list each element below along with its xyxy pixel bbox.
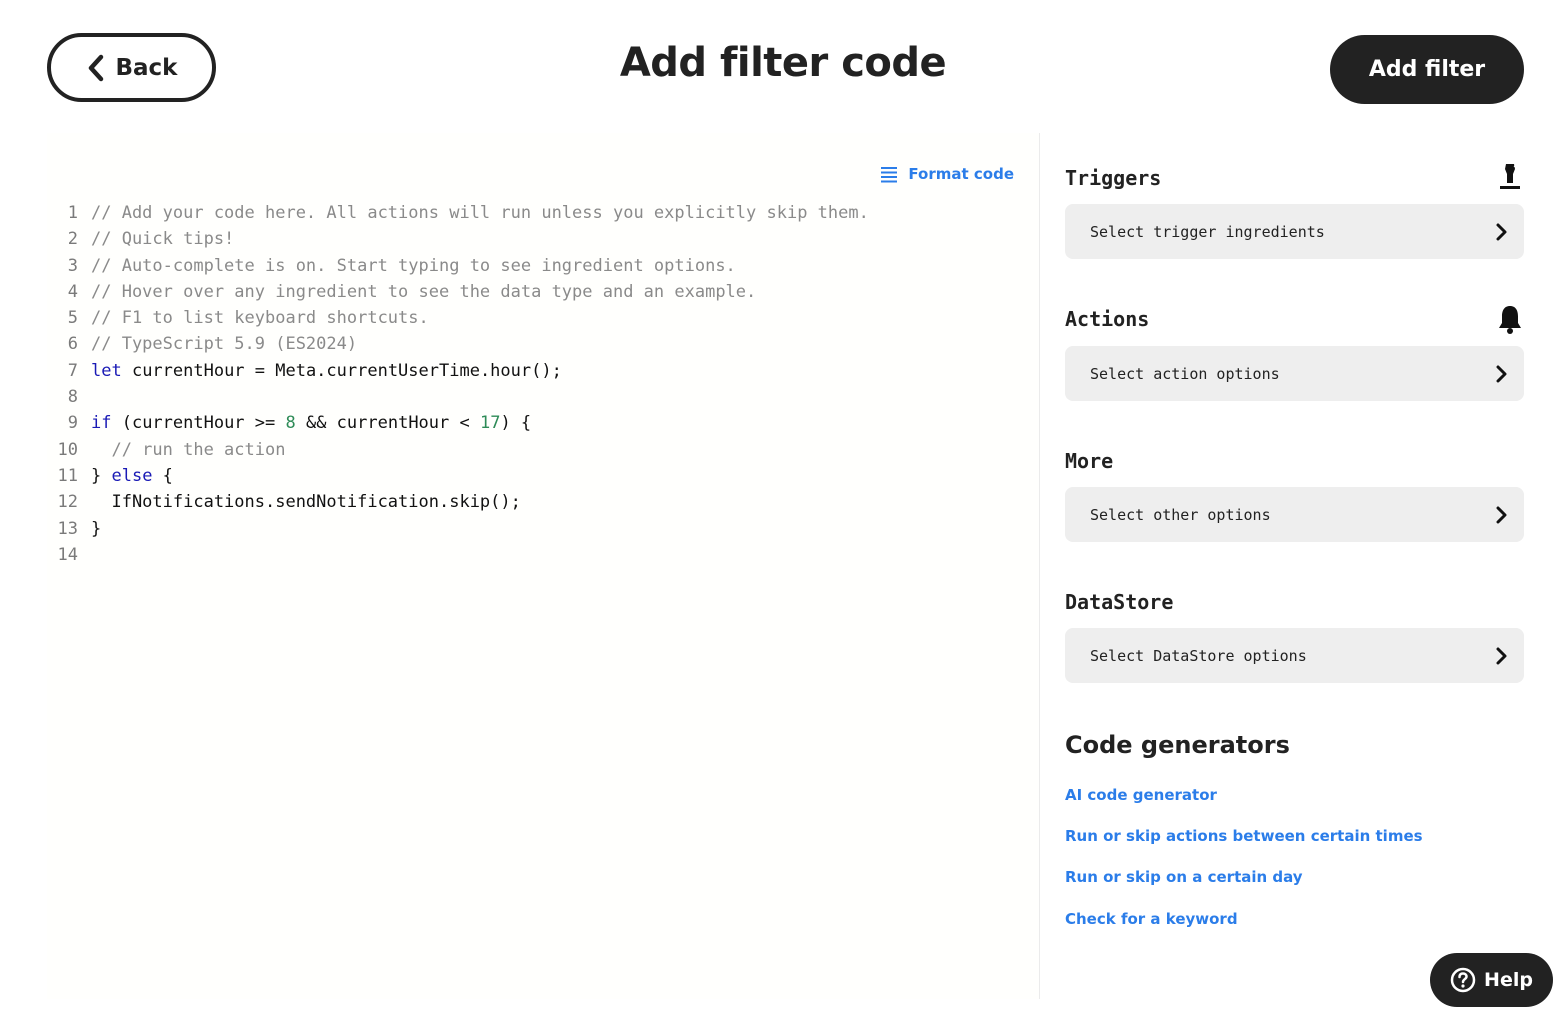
- line-number: 5: [67, 308, 78, 329]
- code-token: // F1 to list keyboard shortcuts.: [91, 308, 429, 329]
- code-token: {: [152, 465, 173, 486]
- code-line[interactable]: 13}: [47, 516, 869, 542]
- code-token: // TypeScript 5.9 (ES2024): [91, 334, 358, 355]
- section-title-triggers: Triggers: [1065, 166, 1162, 190]
- code-token: // Add your code here. All actions will …: [91, 203, 869, 223]
- code-token: }: [91, 465, 112, 486]
- generator-link-ai[interactable]: AI code generator: [1065, 786, 1217, 804]
- code-token: (currentHour >=: [111, 413, 286, 434]
- format-code-button[interactable]: Format code: [880, 165, 1014, 183]
- code-text: // F1 to list keyboard shortcuts.: [78, 305, 429, 331]
- section-title-more: More: [1065, 449, 1114, 473]
- code-token: }: [91, 518, 102, 539]
- line-number: 7: [67, 360, 78, 381]
- format-lines-icon: [881, 167, 898, 183]
- format-code-label: Format code: [908, 165, 1014, 183]
- code-editor[interactable]: Format code 1 // Add your code here. All …: [47, 133, 1040, 999]
- chevron-right-icon: [1496, 506, 1507, 523]
- code-token: 17: [479, 413, 501, 434]
- generator-link-day[interactable]: Run or skip on a certain day: [1065, 868, 1303, 886]
- code-line[interactable]: 3 // Auto-complete is on. Start typing to…: [47, 253, 869, 279]
- select-trigger-label: Select trigger ingredients: [1090, 222, 1325, 241]
- section-title-actions: Actions: [1065, 307, 1150, 331]
- line-number: 9: [67, 413, 78, 434]
- line-number: 4: [67, 281, 78, 302]
- generator-link-times[interactable]: Run or skip actions between certain time…: [1065, 827, 1423, 845]
- code-token: // Hover over any ingredient to see the …: [91, 281, 757, 302]
- code-token: IfNotifications.sendNotification.skip();: [91, 492, 521, 513]
- code-line[interactable]: 9 if (currentHour >= 8 && currentHour < 1…: [47, 410, 869, 436]
- code-token: // Quick tips!: [91, 229, 235, 250]
- select-other-options[interactable]: Select other options: [1065, 487, 1524, 542]
- chevron-right-icon: [1496, 365, 1507, 382]
- line-number: 12: [57, 492, 78, 513]
- code-token: if: [91, 413, 112, 434]
- line-number: 14: [57, 544, 78, 565]
- panel-divider: [1039, 133, 1040, 999]
- chevron-right-icon: [1496, 647, 1507, 664]
- code-text: let currentHour = Meta.currentUserTime.h…: [78, 358, 562, 384]
- line-number: 2: [67, 229, 78, 250]
- code-token: ) {: [500, 413, 532, 434]
- code-token: && currentHour <: [295, 413, 480, 434]
- code-line[interactable]: 11} else {: [47, 463, 869, 489]
- code-text: // Hover over any ingredient to see the …: [78, 279, 756, 305]
- code-text: // Add your code here. All actions will …: [78, 200, 869, 226]
- code-text: } else {: [78, 463, 173, 489]
- line-number: 6: [67, 334, 78, 355]
- code-line[interactable]: 14: [47, 542, 869, 568]
- line-number: 13: [57, 518, 78, 539]
- trigger-icon: [1500, 164, 1520, 189]
- code-text: // run the action: [78, 437, 285, 463]
- generator-link-keyword[interactable]: Check for a keyword: [1065, 910, 1238, 928]
- help-label: Help: [1484, 969, 1533, 991]
- line-number: 10: [57, 439, 78, 460]
- section-title-datastore: DataStore: [1065, 590, 1174, 614]
- code-line[interactable]: 5 // F1 to list keyboard shortcuts.: [47, 305, 869, 331]
- select-other-label: Select other options: [1090, 505, 1271, 524]
- code-text: if (currentHour >= 8 && currentHour < 17…: [78, 410, 531, 436]
- select-action-label: Select action options: [1090, 364, 1280, 383]
- select-action-options[interactable]: Select action options: [1065, 346, 1524, 401]
- code-text: IfNotifications.sendNotification.skip();: [78, 489, 521, 515]
- code-generators-title: Code generators: [1065, 731, 1290, 759]
- code-text: // Quick tips!: [78, 226, 234, 252]
- line-number: 1: [67, 203, 78, 223]
- chevron-right-icon: [1496, 223, 1507, 240]
- bell-icon: [1499, 306, 1521, 334]
- select-datastore-options[interactable]: Select DataStore options: [1065, 628, 1524, 683]
- code-token: // Auto-complete is on. Start typing to …: [91, 255, 736, 276]
- line-number: 11: [57, 465, 78, 486]
- code-line[interactable]: 4 // Hover over any ingredient to see the…: [47, 279, 869, 305]
- code-token: else: [111, 465, 153, 486]
- select-datastore-label: Select DataStore options: [1090, 646, 1307, 665]
- question-circle-icon: [1450, 967, 1476, 993]
- line-number: 8: [67, 387, 78, 408]
- code-token: let: [91, 360, 122, 381]
- code-line[interactable]: 10 // run the action: [47, 437, 869, 463]
- code-token: currentHour = Meta.currentUserTime.hour(…: [121, 360, 562, 381]
- code-text: // Auto-complete is on. Start typing to …: [78, 253, 736, 279]
- code-lines[interactable]: 1 // Add your code here. All actions will…: [47, 200, 869, 568]
- code-text: }: [78, 516, 101, 542]
- code-line[interactable]: 2 // Quick tips!: [47, 226, 869, 252]
- code-token: 8: [285, 413, 296, 434]
- code-line[interactable]: 6 // TypeScript 5.9 (ES2024): [47, 331, 869, 357]
- add-filter-button[interactable]: Add filter: [1330, 35, 1524, 104]
- help-button[interactable]: Help: [1430, 953, 1553, 1007]
- line-number: 3: [67, 255, 78, 276]
- code-line[interactable]: 1 // Add your code here. All actions will…: [47, 200, 869, 226]
- code-line[interactable]: 7 let currentHour = Meta.currentUserTime.…: [47, 358, 869, 384]
- code-line[interactable]: 12 IfNotifications.sendNotification.skip…: [47, 489, 869, 515]
- select-trigger-ingredients[interactable]: Select trigger ingredients: [1065, 204, 1524, 259]
- code-text: // TypeScript 5.9 (ES2024): [78, 331, 357, 357]
- code-token: // run the action: [91, 439, 286, 460]
- code-line[interactable]: 8: [47, 384, 869, 410]
